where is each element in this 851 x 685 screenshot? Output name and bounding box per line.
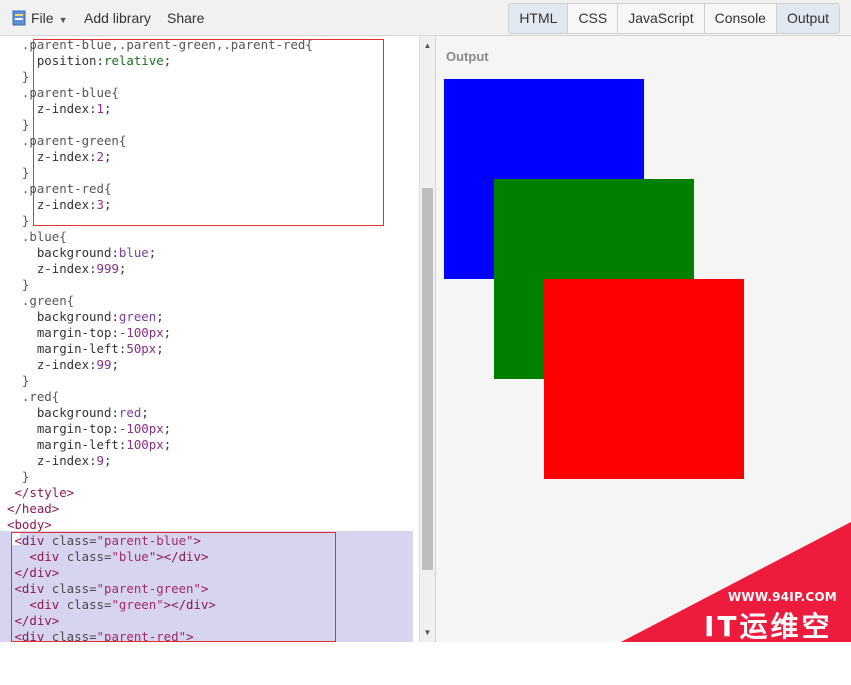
watermark-shape bbox=[621, 522, 851, 642]
watermark-text: IT运维空间 bbox=[704, 610, 833, 683]
watermark-url: WWW.94IP.COM bbox=[728, 590, 837, 604]
